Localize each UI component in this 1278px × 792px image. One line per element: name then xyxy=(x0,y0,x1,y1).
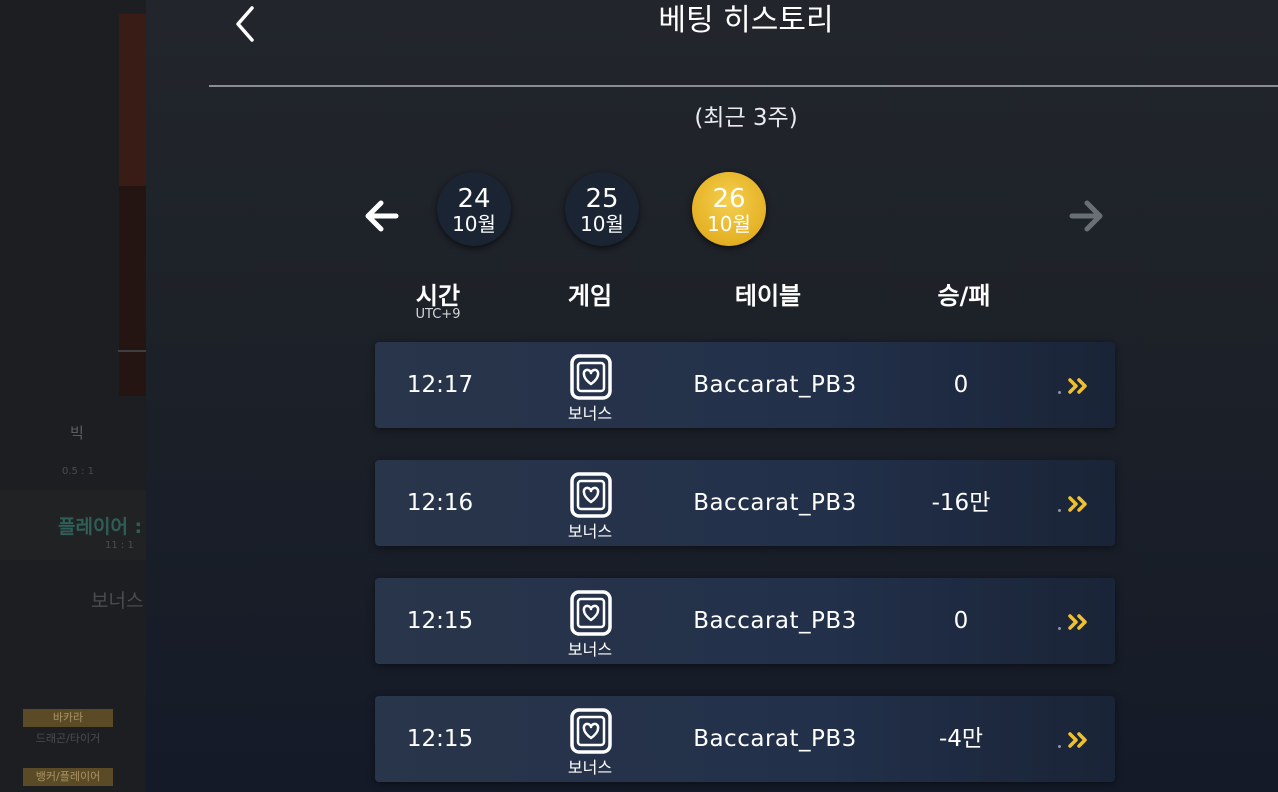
background-text-bonus: 보너스 xyxy=(91,590,144,612)
page-title: 베팅 히스토리 xyxy=(658,3,834,38)
date-option-26-selected[interactable]: 26 10월 xyxy=(692,172,766,246)
background-text-big: 빅 xyxy=(70,424,84,442)
row-game: 보너스 xyxy=(535,342,645,428)
row-table: Baccarat_PB3 xyxy=(693,608,857,634)
row-time: 12:15 xyxy=(406,726,474,752)
row-game: 보너스 xyxy=(535,578,645,664)
row-result: 0 xyxy=(953,372,969,398)
column-header-timezone: UTC+9 xyxy=(415,307,461,322)
background-badge-baccarat: 바카라 xyxy=(23,709,113,727)
bonus-card-icon xyxy=(570,354,612,400)
double-chevron-right-icon xyxy=(1068,496,1087,512)
back-button[interactable] xyxy=(232,2,262,46)
row-result: 0 xyxy=(953,608,969,634)
date-month: 10월 xyxy=(707,212,751,236)
date-day: 26 xyxy=(712,184,746,214)
history-row[interactable]: 12:15 보너스 Baccarat_PB3 0 xyxy=(375,578,1115,664)
date-day: 24 xyxy=(457,184,491,214)
row-game-label: 보너스 xyxy=(567,758,613,777)
row-game: 보너스 xyxy=(535,696,645,782)
row-detail-button[interactable] xyxy=(1065,725,1095,755)
row-detail-button[interactable] xyxy=(1065,489,1095,519)
column-header-result: 승/패 xyxy=(937,282,991,310)
background-text-odds-2: 11 : 1 xyxy=(105,540,134,551)
background-game-panel: 빅 0.5 : 1 플레이어 : 11 : 1 보너스 바카라 드래곤/타이거 … xyxy=(0,0,146,792)
background-badge-banker-player: 뱅커/플레이어 xyxy=(23,768,113,786)
row-result: -4만 xyxy=(938,726,984,752)
column-header-game: 게임 xyxy=(567,282,613,310)
background-thumbnail xyxy=(119,14,146,186)
double-chevron-right-icon xyxy=(1068,614,1087,630)
row-dot xyxy=(1058,391,1061,394)
row-time: 12:16 xyxy=(406,490,474,516)
betting-history-modal: 베팅 히스토리 (최근 3주) 24 10월 25 10월 26 10월 시간 … xyxy=(146,0,1278,792)
background-text-dragon-tiger: 드래곤/타이거 xyxy=(35,732,101,745)
row-game-label: 보너스 xyxy=(567,640,613,659)
row-table: Baccarat_PB3 xyxy=(693,726,857,752)
chevron-left-icon xyxy=(236,6,254,42)
row-dot xyxy=(1058,745,1061,748)
row-table: Baccarat_PB3 xyxy=(693,490,857,516)
bonus-card-icon xyxy=(570,708,612,754)
column-header-table: 테이블 xyxy=(734,282,802,310)
background-divider xyxy=(118,350,146,352)
arrow-right-icon xyxy=(1069,200,1103,232)
date-range-label: (최근 3주) xyxy=(694,105,798,131)
history-row[interactable]: 12:16 보너스 Baccarat_PB3 -16만 xyxy=(375,460,1115,546)
bonus-card-icon xyxy=(570,472,612,518)
background-thumbnail-lower xyxy=(119,186,146,396)
row-time: 12:17 xyxy=(406,372,474,398)
date-month: 10월 xyxy=(580,212,624,236)
header-divider xyxy=(209,85,1278,87)
arrow-left-icon xyxy=(365,200,399,232)
row-game-label: 보너스 xyxy=(567,404,613,423)
row-game: 보너스 xyxy=(535,460,645,546)
row-dot xyxy=(1058,509,1061,512)
date-month: 10월 xyxy=(452,212,496,236)
bonus-card-icon xyxy=(570,590,612,636)
date-option-25[interactable]: 25 10월 xyxy=(565,172,639,246)
row-dot xyxy=(1058,627,1061,630)
previous-date-button[interactable] xyxy=(362,196,402,236)
row-detail-button[interactable] xyxy=(1065,371,1095,401)
background-text-player: 플레이어 : xyxy=(58,516,143,538)
row-table: Baccarat_PB3 xyxy=(693,372,857,398)
next-date-button[interactable] xyxy=(1066,196,1106,236)
date-option-24[interactable]: 24 10월 xyxy=(437,172,511,246)
double-chevron-right-icon xyxy=(1068,378,1087,394)
history-row[interactable]: 12:17 보너스 Baccarat_PB3 0 xyxy=(375,342,1115,428)
date-day: 25 xyxy=(585,184,619,214)
row-game-label: 보너스 xyxy=(567,522,613,541)
row-detail-button[interactable] xyxy=(1065,607,1095,637)
row-time: 12:15 xyxy=(406,608,474,634)
background-text-odds: 0.5 : 1 xyxy=(62,466,94,477)
double-chevron-right-icon xyxy=(1068,732,1087,748)
row-result: -16만 xyxy=(931,490,991,516)
history-row[interactable]: 12:15 보너스 Baccarat_PB3 -4만 xyxy=(375,696,1115,782)
